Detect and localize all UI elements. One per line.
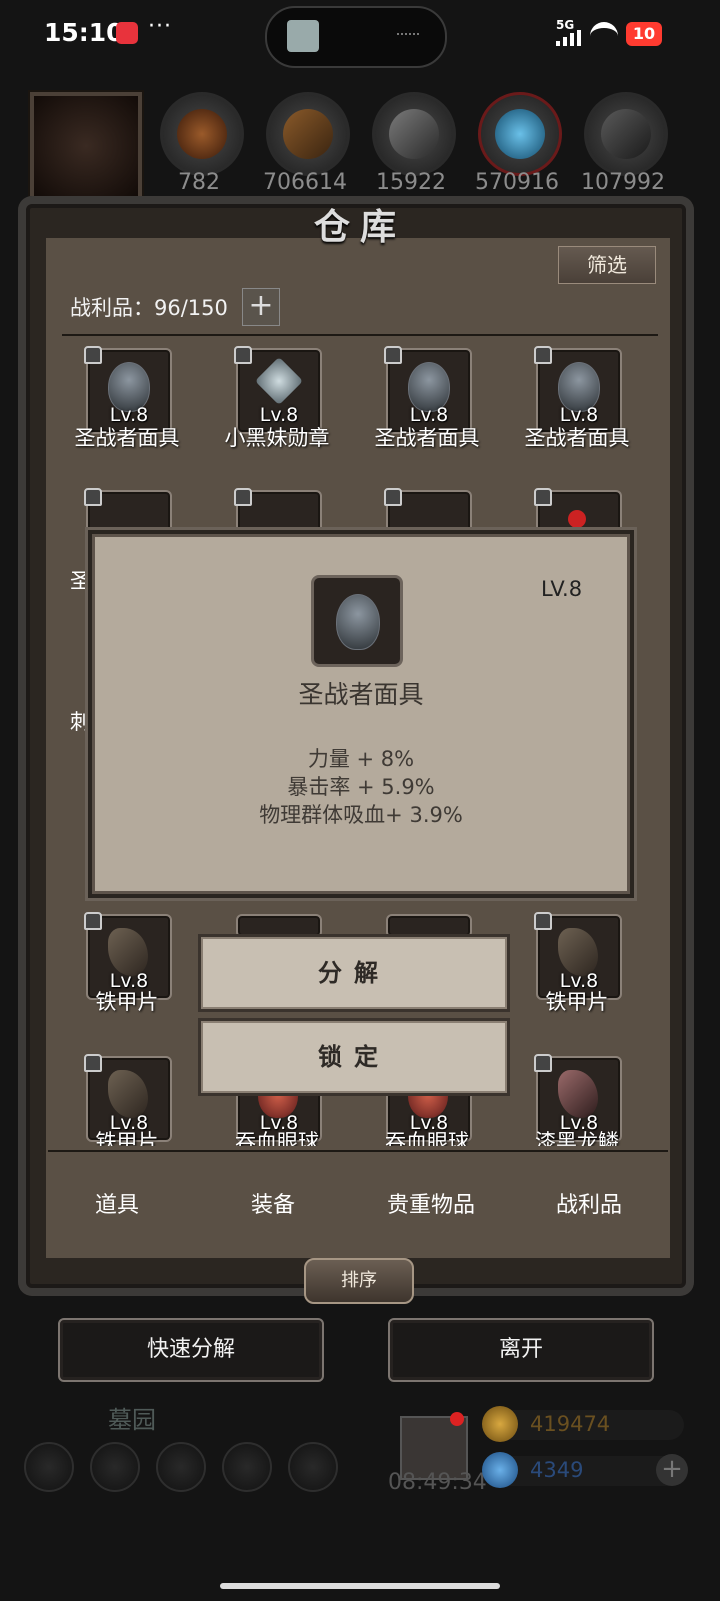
item-name: 圣战者面具 <box>74 426 180 450</box>
character-icon[interactable] <box>156 1442 206 1492</box>
item-name: 吞血眼球 <box>235 1130 319 1146</box>
gem-icon <box>568 510 586 528</box>
resource-wood-icon <box>266 92 350 176</box>
item-name: 小黑妹勋章 <box>224 426 330 450</box>
resource-iron-icon <box>372 92 456 176</box>
leave-button[interactable]: 离开 <box>388 1318 654 1382</box>
tab-loot[interactable]: 战利品 <box>524 1187 654 1219</box>
item-slot[interactable] <box>534 488 622 538</box>
tab-equipment[interactable]: 装备 <box>208 1187 338 1219</box>
divider <box>62 334 658 336</box>
item-name: 铁甲片 <box>545 990 609 1014</box>
dragon-scale-icon <box>558 1070 598 1118</box>
item-name: 铁甲片 <box>95 990 159 1014</box>
lock-icon <box>534 912 552 930</box>
decompose-button[interactable]: 分解 <box>198 934 510 1012</box>
add-currency-button[interactable]: + <box>656 1454 688 1486</box>
battery-indicator: 10 <box>626 22 662 46</box>
signal-icon <box>556 30 582 46</box>
tab-valuables[interactable]: 贵重物品 <box>366 1187 496 1219</box>
lock-icon <box>84 488 102 506</box>
iron-plate-icon <box>108 1070 148 1118</box>
settings-icon[interactable] <box>288 1442 338 1492</box>
lock-icon <box>534 1054 552 1072</box>
mail-icon[interactable] <box>222 1442 272 1492</box>
mask-icon <box>336 594 380 650</box>
resource-stone-icon <box>584 92 668 176</box>
notification-dot <box>450 1412 464 1426</box>
resource-count: 570916 <box>475 170 559 195</box>
item-name: 吞血眼球 <box>385 1130 469 1146</box>
resource-count: 706614 <box>263 170 347 195</box>
dynamic-island[interactable] <box>265 6 447 68</box>
resource-count: 15922 <box>376 170 446 195</box>
wifi-icon <box>590 22 618 50</box>
resource-crystal-icon <box>478 92 562 176</box>
tab-divider <box>48 1150 668 1152</box>
gold-amount: 419474 <box>530 1412 611 1436</box>
item-slot[interactable] <box>384 488 472 538</box>
star-icon[interactable] <box>90 1442 140 1492</box>
gift-timer: 08:49:34 <box>388 1470 487 1495</box>
item-detail-level: LV.8 <box>541 577 583 601</box>
item-name: 漆黑龙鳞 <box>535 1130 619 1146</box>
item-slot[interactable] <box>84 488 172 538</box>
status-bar: 15:10 ··· 5G 10 <box>0 0 720 70</box>
medal-icon <box>254 356 304 406</box>
expand-capacity-button[interactable]: + <box>242 288 280 326</box>
gem-icon <box>482 1452 518 1488</box>
gold-bar: 419474 <box>482 1406 684 1442</box>
gem-bar: 4349 <box>482 1452 684 1488</box>
island-thumbnail <box>287 20 319 52</box>
row5-names-clip: 铁甲片 吞血眼球 吞血眼球 漆黑龙鳞 <box>0 1126 720 1146</box>
clock: 15:10 <box>44 18 124 47</box>
item-detail-name: 圣战者面具 <box>298 680 424 709</box>
resource-count: 107992 <box>581 170 665 195</box>
panel-title: 仓库 <box>313 207 406 248</box>
item-stat: 力量 + 8% <box>307 747 415 771</box>
iron-plate-icon <box>108 928 148 976</box>
menu-icon[interactable] <box>24 1442 74 1492</box>
item-detail-popup: LV.8 圣战者面具 力量 + 8% 暴击率 + 5.9% 物理群体吸血+ 3.… <box>92 534 630 894</box>
player-avatar[interactable] <box>30 92 142 200</box>
more-dots: ··· <box>148 14 172 39</box>
app-notification-icon <box>116 22 138 44</box>
resource-leather-icon <box>160 92 244 176</box>
tab-props[interactable]: 道具 <box>52 1187 182 1219</box>
iron-plate-icon <box>558 928 598 976</box>
resource-count: 782 <box>178 170 220 195</box>
item-name-fragment: 圣 <box>70 569 91 593</box>
lock-icon <box>84 912 102 930</box>
item-slot[interactable] <box>234 488 322 538</box>
sort-button[interactable]: 排序 <box>304 1258 414 1304</box>
item-name: 铁甲片 <box>95 1130 159 1146</box>
item-name: 圣战者面具 <box>374 426 480 450</box>
lock-button[interactable]: 锁定 <box>198 1018 510 1096</box>
lock-icon <box>534 488 552 506</box>
gem-amount: 4349 <box>530 1458 584 1482</box>
island-activity-icon <box>397 33 419 43</box>
item-name-fragment: 刺 <box>70 710 91 734</box>
item-detail-icon-slot <box>311 575 403 667</box>
lock-icon <box>84 346 102 364</box>
item-stat: 物理群体吸血+ 3.9% <box>259 803 463 827</box>
item-stat: 暴击率 + 5.9% <box>287 775 435 799</box>
filter-button[interactable]: 筛选 <box>558 246 656 284</box>
gold-icon <box>482 1406 518 1442</box>
lock-icon <box>234 488 252 506</box>
lock-icon <box>84 1054 102 1072</box>
lock-icon <box>234 346 252 364</box>
area-name: 墓园 <box>108 1406 156 1434</box>
lock-icon <box>534 346 552 364</box>
lock-icon <box>384 488 402 506</box>
lock-icon <box>384 346 402 364</box>
item-name: 圣战者面具 <box>524 426 630 450</box>
quick-decompose-button[interactable]: 快速分解 <box>58 1318 324 1382</box>
capacity-label: 战利品：96/150 <box>70 296 228 320</box>
home-indicator[interactable] <box>220 1583 500 1589</box>
